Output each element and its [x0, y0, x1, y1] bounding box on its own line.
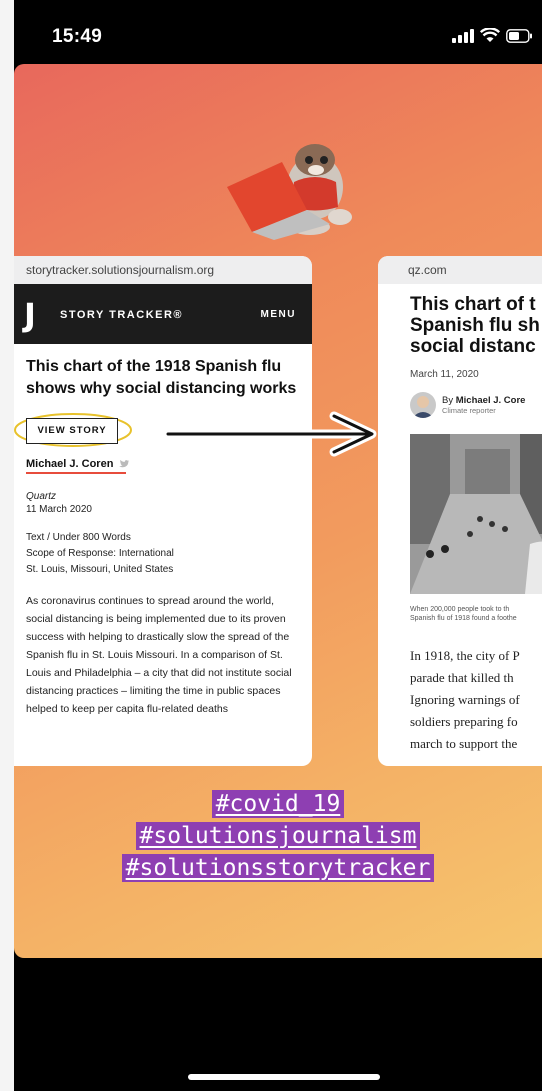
- publication-meta: Quartz 11 March 2020: [26, 490, 312, 516]
- qz-headline-line: Spanish flu sh: [410, 315, 540, 336]
- storytracker-logo: J: [24, 296, 36, 334]
- publication-date: 11 March 2020: [26, 504, 92, 515]
- body-line: march to support the: [410, 736, 518, 751]
- author-underline-wrap: [14, 470, 312, 474]
- story-summary: As coronavirus continues to spread aroun…: [26, 595, 292, 715]
- body-line: In 1918, the city of P: [410, 648, 520, 663]
- url-bar: qz.com: [378, 256, 542, 284]
- arrow-right-icon: [164, 411, 377, 457]
- parade-photo: [410, 434, 542, 594]
- hashtag-stickers: #covid_19 #solutionsjournalism #solution…: [14, 790, 542, 886]
- author-underline: [26, 472, 126, 474]
- storytracker-screenshot-card: storytracker.solutionsjournalism.org J S…: [14, 256, 312, 766]
- hamster-laptop-sticker: [227, 144, 352, 240]
- status-time: 15:49: [52, 26, 103, 47]
- photo-caption: When 200,000 people took to th Spanish f…: [410, 605, 542, 623]
- url-bar: storytracker.solutionsjournalism.org: [14, 256, 312, 284]
- body-line: soldiers preparing fo: [410, 714, 518, 729]
- view-story-area: VIEW STORY: [14, 413, 132, 447]
- status-bar: 15:49: [14, 0, 542, 64]
- qz-headline: This chart of t Spanish flu sh social di…: [410, 294, 542, 357]
- hashtag-covid-19[interactable]: #covid_19: [211, 790, 345, 818]
- caption-line: Spanish flu of 1918 found a foothe: [410, 615, 517, 622]
- status-icons: [452, 28, 532, 43]
- article-headline: This chart of the 1918 Spanish flu shows…: [26, 358, 297, 397]
- storytracker-header: J STORY TRACKER® MENU: [14, 284, 312, 344]
- qz-headline-line: This chart of t: [410, 294, 536, 315]
- publication-name: Quartz: [26, 491, 57, 502]
- body-line: parade that killed th: [410, 670, 514, 685]
- body-line: Ignoring warnings of: [410, 692, 520, 707]
- hashtag-solutionsstorytracker[interactable]: #solutionsstorytracker: [121, 854, 435, 882]
- hashtag-solutionsjournalism[interactable]: #solutionsjournalism: [135, 822, 421, 850]
- view-story-button: VIEW STORY: [26, 418, 118, 444]
- qz-article-body: In 1918, the city of P parade that kille…: [410, 645, 542, 755]
- author-name: Michael J. Coren: [26, 458, 114, 470]
- qz-date: March 11, 2020: [410, 369, 479, 380]
- storytracker-brand: STORY TRACKER®: [60, 309, 184, 321]
- previous-story-edge: [0, 0, 14, 1091]
- qz-headline-line: social distanc: [410, 336, 536, 357]
- author-avatar: [410, 392, 436, 418]
- byline: By Michael J. Core: [442, 395, 525, 406]
- detail-scope: Scope of Response: International: [26, 548, 174, 559]
- by-prefix: By: [442, 395, 456, 406]
- twitter-icon: [119, 460, 130, 468]
- story-frame[interactable]: storytracker.solutionsjournalism.org J S…: [14, 64, 542, 958]
- qz-author: Michael J. Core: [455, 395, 526, 406]
- home-indicator[interactable]: [188, 1074, 380, 1080]
- detail-format: Text / Under 800 Words: [26, 532, 131, 543]
- menu-link: MENU: [260, 309, 296, 320]
- caption-line: When 200,000 people took to th: [410, 606, 510, 613]
- detail-location: St. Louis, Missouri, United States: [26, 564, 174, 575]
- qz-screenshot-card: qz.com This chart of t Spanish flu sh so…: [378, 256, 542, 766]
- story-details: Text / Under 800 Words Scope of Response…: [26, 530, 312, 578]
- signal-icon: [452, 28, 474, 43]
- author-role: Climate reporter: [442, 406, 496, 415]
- battery-icon: [506, 28, 532, 43]
- wifi-icon: [480, 28, 500, 42]
- qz-byline: By Michael J. Core Climate reporter: [410, 392, 542, 418]
